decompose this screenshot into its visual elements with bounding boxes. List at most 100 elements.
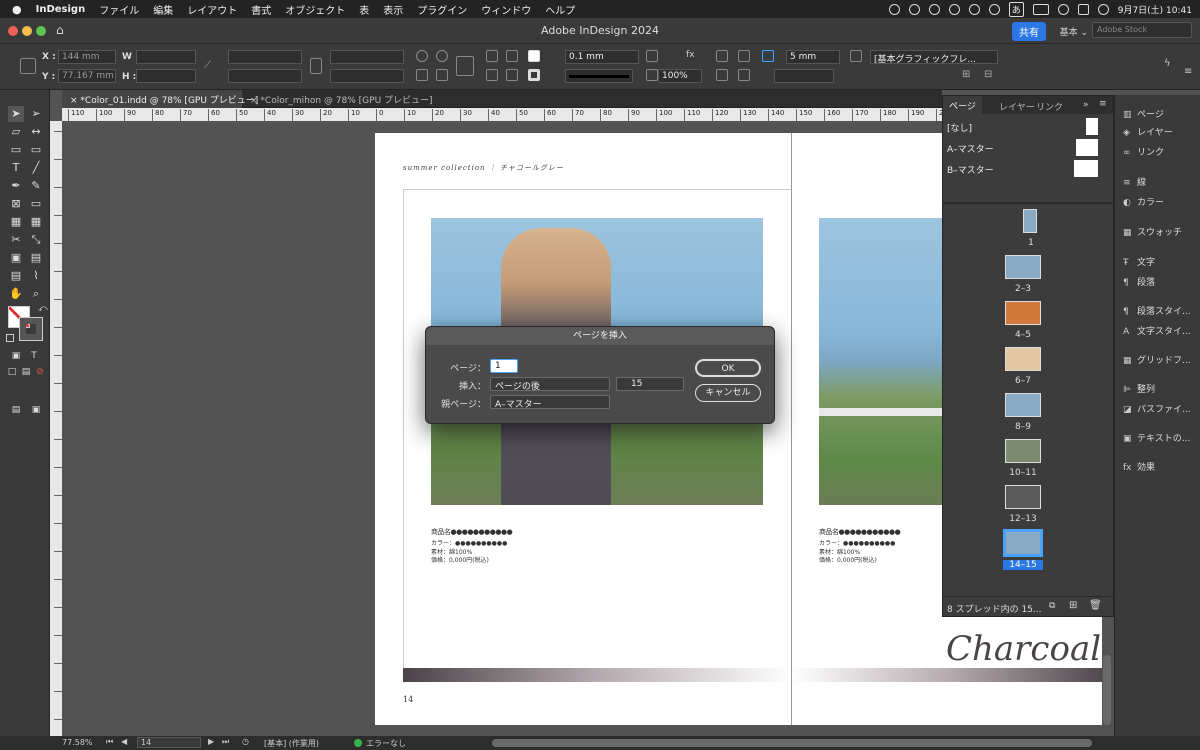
vertical-scrollbar[interactable] — [1103, 655, 1111, 725]
select-previous-icon[interactable] — [506, 50, 518, 62]
insert-position-dropdown[interactable]: ページの後 — [490, 377, 610, 392]
battery-icon[interactable] — [1032, 3, 1049, 15]
stroke-swatch[interactable] — [19, 317, 43, 341]
y-position-field[interactable]: 77.167 mm — [58, 69, 116, 83]
master-none[interactable]: [なし] — [947, 121, 972, 134]
spread-thumb-4-5[interactable] — [1005, 301, 1041, 325]
rectangle-tool-icon[interactable]: ▭ — [28, 196, 44, 212]
spotlight-icon[interactable] — [1097, 3, 1109, 15]
tab-color-mihon[interactable]: × *Color_mihon @ 78% [GPU プレビュー] — [242, 90, 433, 108]
vertical-grid-icon[interactable]: ▦ — [28, 214, 44, 230]
close-tab-icon[interactable]: × — [250, 96, 260, 106]
object-style-dropdown[interactable]: [基本グラフィックフレ... — [870, 50, 998, 64]
type-tool-icon[interactable]: T — [8, 160, 24, 176]
spread-label-14-15[interactable]: 14–15 — [1003, 560, 1043, 570]
menubar-clock[interactable]: 9月7日(土) 10:41 — [1118, 3, 1192, 16]
dock-align[interactable]: ⊫ 整列 — [1123, 382, 1200, 398]
control-menu-icon[interactable]: ≡ — [1184, 66, 1192, 77]
rotate-ccw-icon[interactable] — [436, 50, 448, 62]
menu-type[interactable]: 書式 — [251, 2, 271, 17]
page-tool-icon[interactable]: ▱ — [8, 124, 24, 140]
last-page-icon[interactable]: ⏭ — [222, 737, 229, 747]
left-page[interactable]: summer collection ｜ チャコールグレー 商品名●●●●●●●●… — [375, 133, 803, 725]
apply-none-icon[interactable]: ⊘ — [32, 364, 48, 380]
spread-thumb-14-15[interactable] — [1003, 529, 1043, 557]
spread-thumb-6-7[interactable] — [1005, 347, 1041, 371]
default-colors-icon[interactable] — [6, 334, 14, 342]
frame-grid-icon[interactable]: ▦ — [8, 214, 24, 230]
dock-grid-format[interactable]: ▦ グリッドフ... — [1123, 353, 1200, 369]
object-style-icon[interactable] — [850, 50, 862, 62]
opacity-icon[interactable] — [646, 69, 658, 81]
menu-help[interactable]: ヘルプ — [545, 2, 575, 17]
parent-page-dropdown[interactable]: A–マスター — [490, 395, 610, 410]
hand-tool-icon[interactable]: ✋ — [8, 286, 24, 302]
input-method-icon[interactable]: あ — [1008, 1, 1024, 17]
spread-thumb-8-9[interactable] — [1005, 393, 1041, 417]
menu-app[interactable]: InDesign — [36, 4, 86, 15]
flip-horizontal-icon[interactable] — [416, 69, 428, 81]
dock-stroke[interactable]: ≡ 線 — [1123, 175, 1200, 191]
link-scale-icon[interactable] — [310, 58, 322, 74]
free-transform-tool-icon[interactable]: ⤡ — [28, 232, 44, 248]
tab-layers[interactable]: レイヤー — [999, 100, 1035, 113]
sync-icon[interactable] — [928, 3, 940, 15]
stock-search-input[interactable]: Adobe Stock — [1092, 22, 1192, 38]
rotate-cw-icon[interactable] — [416, 50, 428, 62]
scale-y-field[interactable] — [228, 69, 302, 83]
dock-links[interactable]: ∞ リンク — [1123, 145, 1200, 161]
gap-tool-icon[interactable]: ↔ — [28, 124, 44, 140]
preflight-status[interactable]: エラーなし — [366, 738, 406, 749]
vertical-ruler[interactable] — [50, 121, 62, 736]
control-center-icon[interactable] — [1077, 3, 1089, 15]
zoom-tool-icon[interactable]: ⌕ — [28, 286, 44, 302]
menu-object[interactable]: オブジェクト — [285, 2, 345, 17]
tab-links[interactable]: リンク — [1036, 100, 1063, 113]
formatting-container-icon[interactable]: ▣ — [8, 348, 24, 364]
content-placer-icon[interactable]: ▭ — [28, 142, 44, 158]
cloud-icon[interactable] — [888, 3, 900, 15]
dock-paragraph-styles[interactable]: ¶ 段落スタイ... — [1123, 304, 1200, 320]
master-a[interactable]: A–マスター — [947, 142, 994, 155]
spread-thumb-2-3[interactable] — [1005, 255, 1041, 279]
volume-icon[interactable] — [968, 3, 980, 15]
preflight-style[interactable]: [基本] (作業用) — [264, 738, 319, 749]
fill-none-swatch[interactable] — [528, 50, 540, 62]
master-b[interactable]: B–マスター — [947, 163, 994, 176]
flip-vertical-icon[interactable] — [436, 69, 448, 81]
color-field[interactable] — [774, 69, 834, 83]
dock-text-wrap[interactable]: ▣ テキストの... — [1123, 431, 1200, 447]
lightning-icon[interactable]: ϟ — [1164, 58, 1171, 69]
p-icon[interactable] — [456, 56, 474, 76]
formatting-text-icon[interactable]: T — [26, 348, 42, 364]
dock-effects[interactable]: fx 効果 — [1123, 460, 1200, 476]
x-position-field[interactable]: 144 mm — [58, 50, 116, 64]
direct-selection-tool-icon[interactable]: ➢ — [28, 106, 44, 122]
gradient-swatch-tool-icon[interactable]: ▣ — [8, 250, 24, 266]
reference-point-icon[interactable] — [20, 58, 36, 74]
screen-mode-icon[interactable]: ▣ — [28, 402, 44, 418]
menu-plugins[interactable]: プラグイン — [417, 2, 467, 17]
select-container-icon[interactable] — [486, 50, 498, 62]
height-field[interactable] — [136, 69, 196, 83]
note-tool-icon[interactable]: ▤ — [8, 268, 24, 284]
stroke-swatch[interactable] — [528, 69, 540, 81]
select-next-icon[interactable] — [506, 69, 518, 81]
spread-thumb-1[interactable] — [1023, 209, 1037, 233]
pencil-tool-icon[interactable]: ✎ — [28, 178, 44, 194]
eyedropper-tool-icon[interactable]: ⌇ — [28, 268, 44, 284]
spread-thumb-12-13[interactable] — [1005, 485, 1041, 509]
stroke-type-dropdown[interactable] — [565, 69, 633, 83]
gradient-feather-tool-icon[interactable]: ▤ — [28, 250, 44, 266]
gap-field[interactable]: 5 mm — [786, 50, 840, 64]
content-collector-icon[interactable]: ▭ — [8, 142, 24, 158]
horizontal-scrollbar[interactable] — [492, 739, 1092, 747]
creative-cloud-icon[interactable] — [908, 3, 920, 15]
swap-colors-icon[interactable]: ⤺ — [38, 304, 48, 314]
dock-paragraph[interactable]: ¶ 段落 — [1123, 275, 1200, 291]
panel-collapse-icon[interactable]: » — [1083, 100, 1089, 110]
panel-menu-icon[interactable]: ≡ — [1099, 99, 1107, 109]
quick-apply-icon[interactable]: ⊞ — [962, 69, 974, 81]
align-right-icon[interactable] — [738, 50, 750, 62]
distribute-icon[interactable] — [738, 69, 750, 81]
